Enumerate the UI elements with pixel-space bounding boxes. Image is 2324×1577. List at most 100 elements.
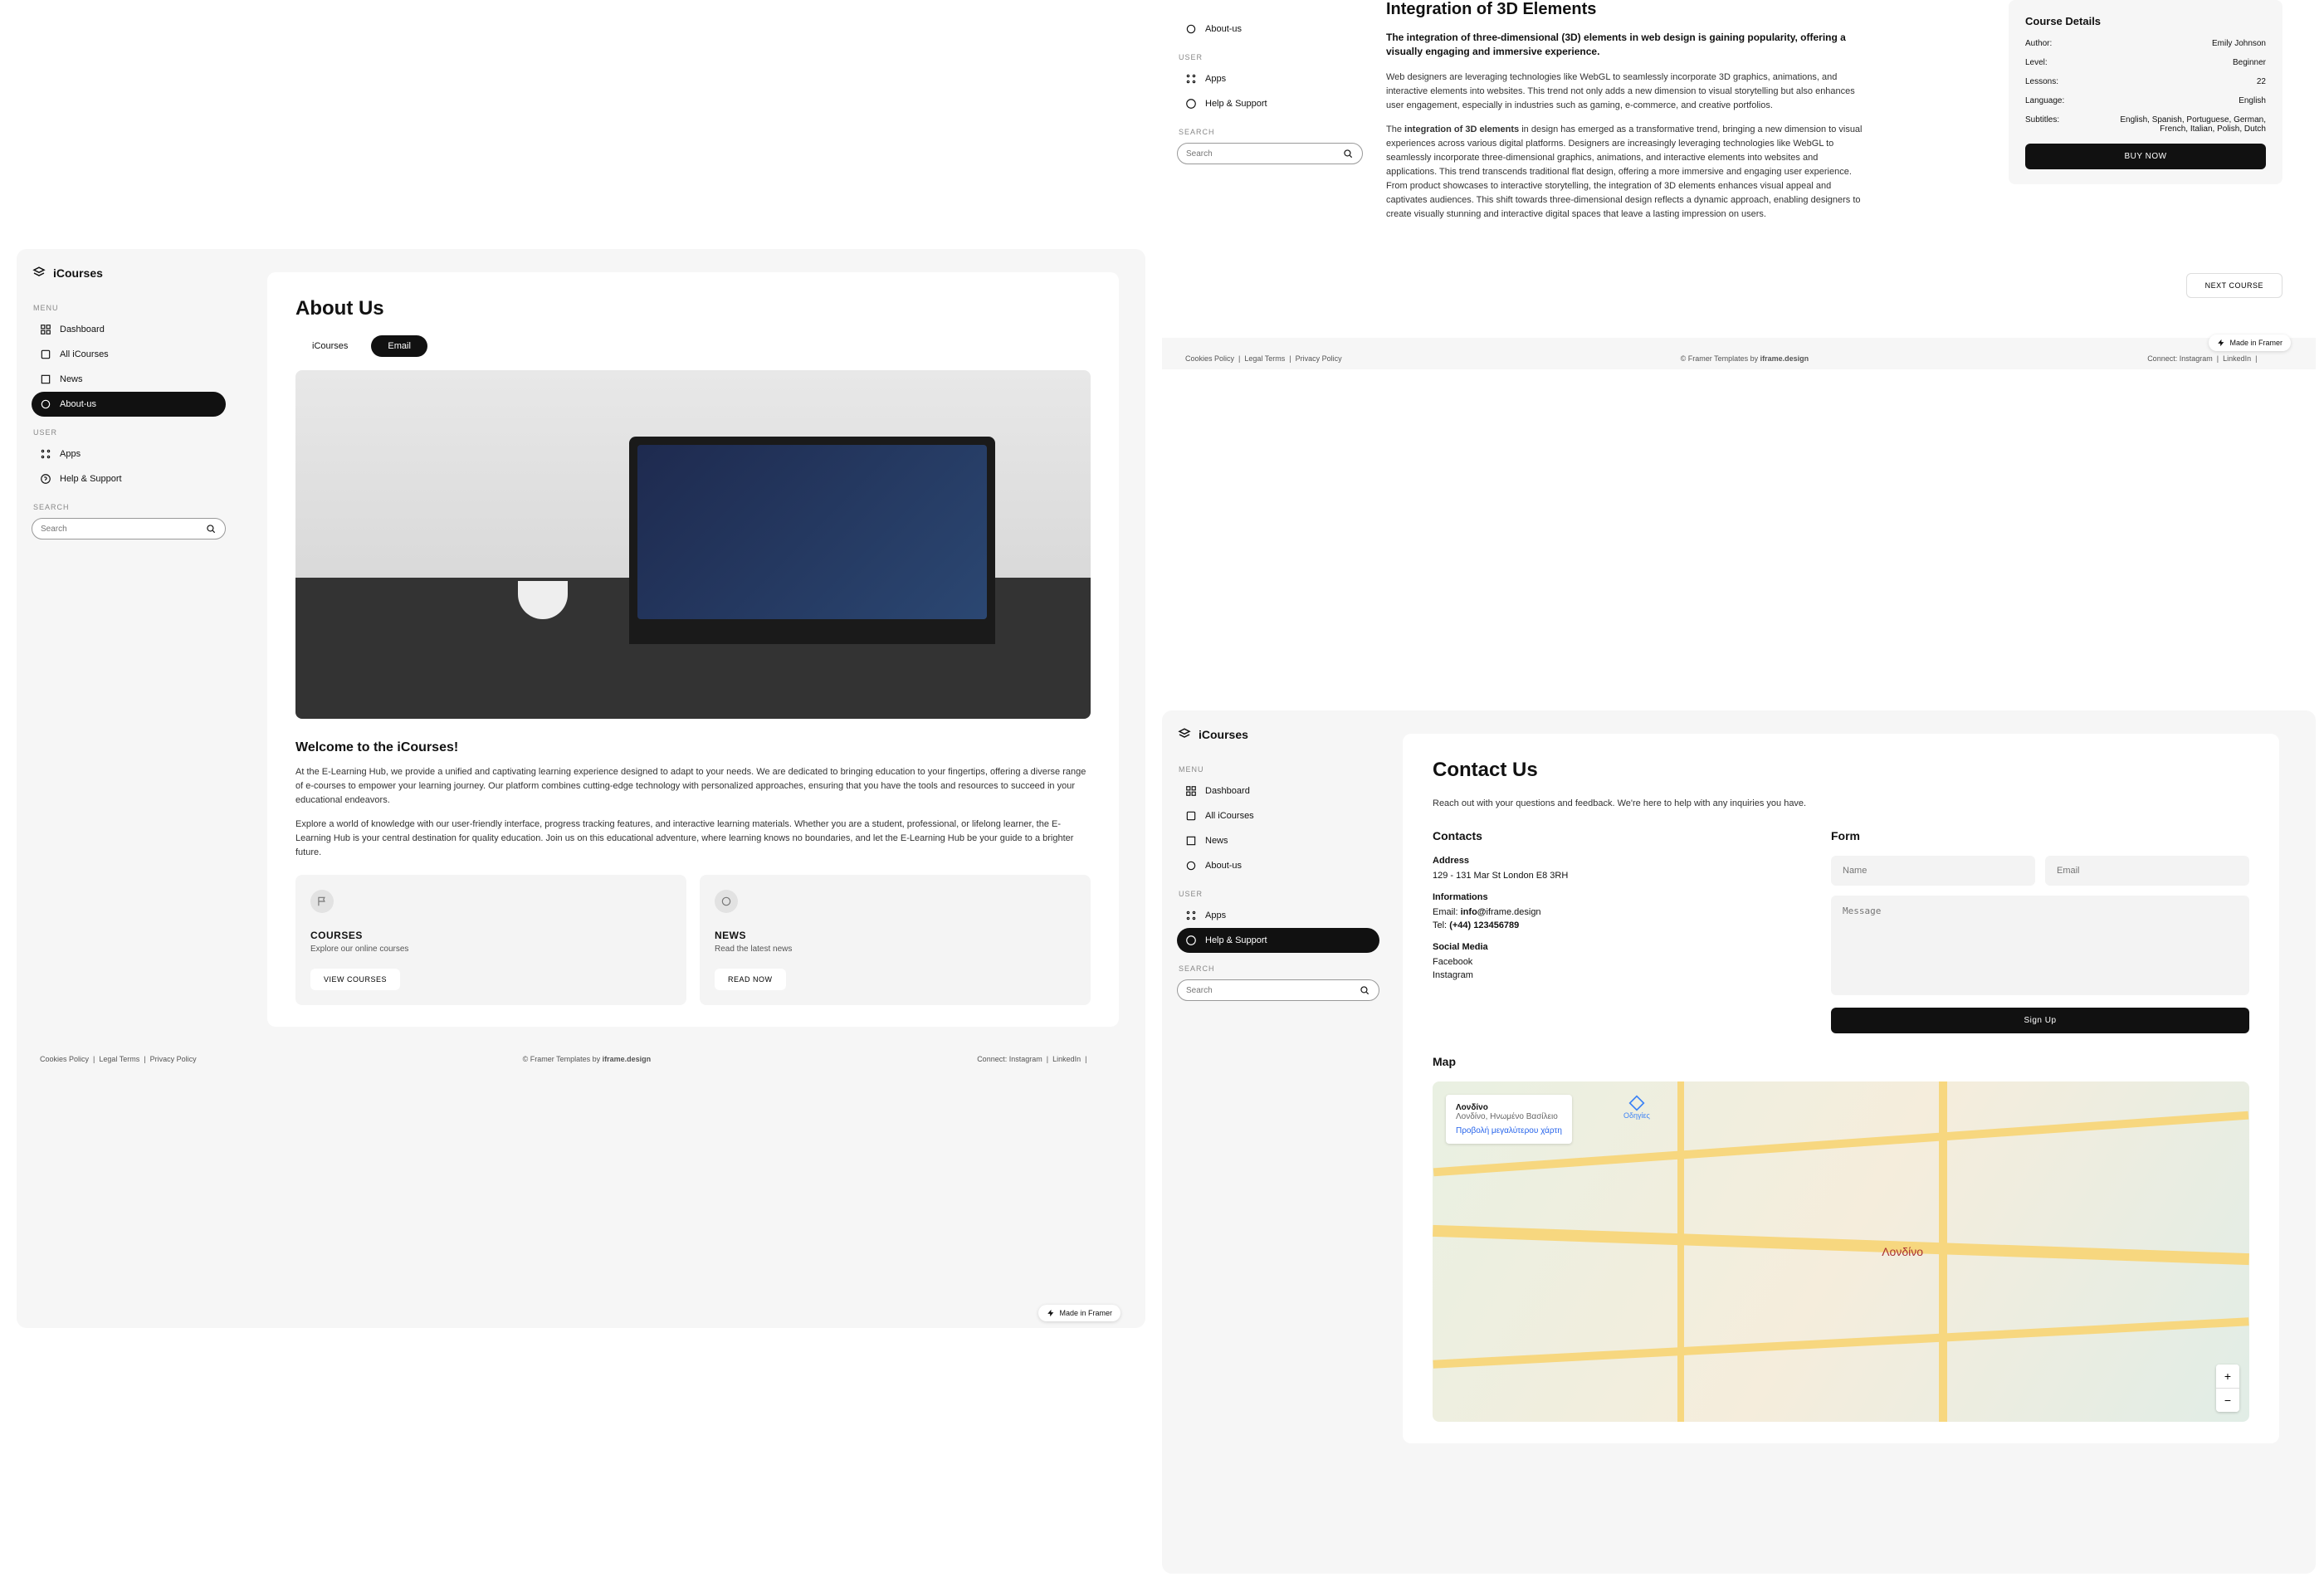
footer-connect: Connect: Instagram | LinkedIn | xyxy=(977,1055,1122,1063)
card-news-desc: Read the latest news xyxy=(715,945,1076,954)
map-place: Λονδίνο xyxy=(1456,1103,1562,1112)
search-box[interactable] xyxy=(32,518,226,540)
sidebar-item-about[interactable]: About-us xyxy=(1177,853,1379,878)
card-courses: COURSES Explore our online courses VIEW … xyxy=(295,875,686,1005)
sidebar-item-apps[interactable]: Apps xyxy=(1177,66,1363,91)
read-now-button[interactable]: READ NOW xyxy=(715,969,786,990)
brand[interactable]: iCourses xyxy=(1177,727,1379,742)
instagram-link[interactable]: Instagram xyxy=(1009,1055,1042,1063)
framer-badge[interactable]: Made in Framer xyxy=(2209,334,2291,351)
email-line: Email: info@iframe.design xyxy=(1433,907,1798,917)
brand-icon xyxy=(32,266,46,281)
map-heading: Map xyxy=(1433,1055,2249,1068)
instagram-link[interactable]: Instagram xyxy=(1433,970,1798,980)
instagram-link[interactable]: Instagram xyxy=(2180,354,2213,363)
card-news: NEWS Read the latest news READ NOW xyxy=(700,875,1091,1005)
sidebar-item-news[interactable]: News xyxy=(1177,828,1379,853)
sub-label: Subtitles: xyxy=(2025,115,2059,134)
privacy-link[interactable]: Privacy Policy xyxy=(150,1055,197,1063)
privacy-link[interactable]: Privacy Policy xyxy=(1296,354,1342,363)
tab-icourses[interactable]: iCourses xyxy=(295,335,364,357)
message-input[interactable] xyxy=(1831,896,2249,995)
sidebar-item-dashboard[interactable]: Dashboard xyxy=(1177,779,1379,803)
brand-text: iCourses xyxy=(1199,728,1248,741)
sidebar-label: News xyxy=(60,374,83,384)
brand[interactable]: iCourses xyxy=(32,266,226,281)
map-place-sub: Λονδίνο, Ηνωμένο Βασίλειο xyxy=(1456,1112,1562,1121)
iframe-link[interactable]: iframe.design xyxy=(603,1055,652,1063)
social-heading: Social Media xyxy=(1433,942,1798,952)
tab-email[interactable]: Email xyxy=(371,335,427,357)
legal-link[interactable]: Legal Terms xyxy=(1244,354,1285,363)
map-center-label: Λονδίνο xyxy=(1882,1245,1923,1258)
help-icon xyxy=(1185,98,1197,110)
view-courses-button[interactable]: VIEW COURSES xyxy=(310,969,400,990)
sidebar-item-help[interactable]: Help & Support xyxy=(32,466,226,491)
cookies-link[interactable]: Cookies Policy xyxy=(40,1055,89,1063)
brand-icon xyxy=(1177,727,1192,742)
buy-now-button[interactable]: BUY NOW xyxy=(2025,144,2266,169)
grid-icon xyxy=(40,324,51,335)
linkedin-link[interactable]: LinkedIn xyxy=(1052,1055,1081,1063)
address-heading: Address xyxy=(1433,856,1798,866)
article-p2: The integration of 3D elements in design… xyxy=(1386,123,1868,222)
search-input[interactable] xyxy=(1186,149,1342,159)
map-directions[interactable]: Οδηγίες xyxy=(1623,1095,1650,1120)
welcome-heading: Welcome to the iCourses! xyxy=(295,740,1091,755)
sidebar-label: Help & Support xyxy=(1205,99,1267,109)
sidebar-label: Help & Support xyxy=(1205,935,1267,945)
sidebar-item-all[interactable]: All iCourses xyxy=(1177,803,1379,828)
iframe-link[interactable]: iframe.design xyxy=(1760,354,1809,363)
zoom-in-button[interactable]: + xyxy=(2216,1365,2239,1388)
card-news-title: NEWS xyxy=(715,930,1076,941)
sidebar-label: Apps xyxy=(1205,74,1226,84)
lessons-value: 22 xyxy=(2257,77,2266,86)
legal-link[interactable]: Legal Terms xyxy=(99,1055,139,1063)
sidebar-label: Apps xyxy=(60,449,81,459)
sidebar-item-apps[interactable]: Apps xyxy=(32,442,226,466)
level-value: Beginner xyxy=(2233,58,2266,67)
stack-icon xyxy=(1185,810,1197,822)
cookies-link[interactable]: Cookies Policy xyxy=(1185,354,1234,363)
info-heading: Informations xyxy=(1433,892,1798,902)
map-zoom: + − xyxy=(2216,1365,2239,1412)
search-box[interactable] xyxy=(1177,143,1363,164)
sidebar-item-help[interactable]: Help & Support xyxy=(1177,91,1363,116)
sidebar-item-dashboard[interactable]: Dashboard xyxy=(32,317,226,342)
menu-label: MENU xyxy=(1179,765,1379,774)
zoom-out-button[interactable]: − xyxy=(2216,1389,2239,1412)
search-box[interactable] xyxy=(1177,979,1379,1001)
sidebar-item-about[interactable]: About-us xyxy=(1177,17,1363,42)
signup-button[interactable]: Sign Up xyxy=(1831,1008,2249,1033)
sidebar-item-help[interactable]: Help & Support xyxy=(1177,928,1379,953)
map-bigger-link[interactable]: Προβολή μεγαλύτερου χάρτη xyxy=(1456,1126,1562,1135)
card-courses-desc: Explore our online courses xyxy=(310,945,671,954)
search-input[interactable] xyxy=(1186,986,1359,995)
sidebar-item-news[interactable]: News xyxy=(32,367,226,392)
user-label: USER xyxy=(1179,53,1363,61)
sidebar-label: Dashboard xyxy=(60,325,105,334)
sidebar-label: About-us xyxy=(1205,861,1242,871)
search-input[interactable] xyxy=(41,525,205,534)
circle-icon xyxy=(1185,23,1197,35)
facebook-link[interactable]: Facebook xyxy=(1433,957,1798,967)
email-input[interactable] xyxy=(2045,856,2249,886)
framer-badge[interactable]: Made in Framer xyxy=(1038,1305,1120,1321)
sidebar-label: All iCourses xyxy=(60,349,109,359)
form-heading: Form xyxy=(1831,829,2249,842)
map[interactable]: Λονδίνο Λονδίνο Λονδίνο, Ηνωμένο Βασίλει… xyxy=(1433,1081,2249,1422)
sidebar-label: Dashboard xyxy=(1205,786,1250,796)
details-title: Course Details xyxy=(2025,15,2266,27)
grid-icon xyxy=(1185,785,1197,797)
linkedin-link[interactable]: LinkedIn xyxy=(2223,354,2251,363)
sidebar-item-about[interactable]: About-us xyxy=(32,392,226,417)
sidebar-item-all[interactable]: All iCourses xyxy=(32,342,226,367)
sidebar-item-apps[interactable]: Apps xyxy=(1177,903,1379,928)
author-value: Emily Johnson xyxy=(2212,39,2266,48)
circle-icon xyxy=(715,890,738,913)
name-input[interactable] xyxy=(1831,856,2035,886)
search-icon xyxy=(1359,984,1370,996)
next-course-button[interactable]: NEXT COURSE xyxy=(2186,273,2282,298)
article-p1: Web designers are leveraging technologie… xyxy=(1386,71,1868,113)
sub-value: English, Spanish, Portuguese, German, Fr… xyxy=(2108,115,2266,134)
